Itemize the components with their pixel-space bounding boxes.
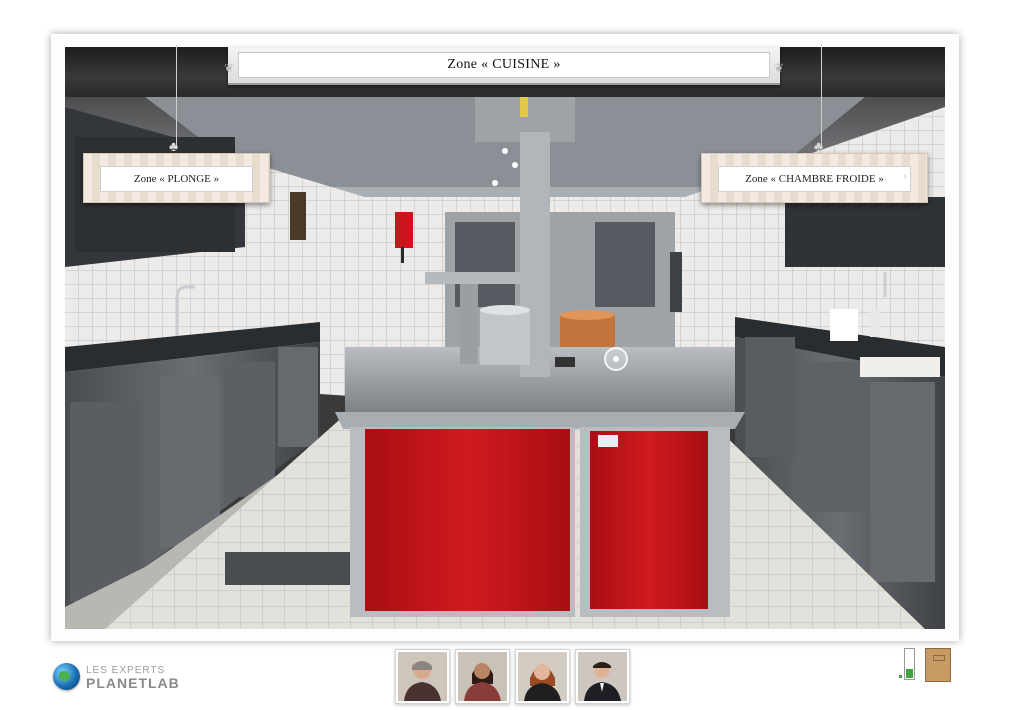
expert-avatar-3 (518, 652, 567, 701)
volume-meter-icon[interactable] (904, 648, 915, 680)
zone-title: Zone « CUISINE » (238, 52, 770, 78)
expert-thumbnail-1[interactable] (395, 649, 450, 704)
volume-indicator-dot (899, 675, 902, 678)
ornament-right-icon: ❦ (773, 61, 784, 75)
zone-chambre-froide-link[interactable]: Zone « CHAMBRE FROIDE » (718, 166, 911, 192)
expert-avatar-4 (578, 652, 627, 701)
expert-avatar-2 (458, 652, 507, 701)
expert-thumbnail-4[interactable] (575, 649, 630, 704)
hotspot-target-icon[interactable] (604, 347, 628, 371)
zone-sign-plonge[interactable]: ‹ Zone « PLONGE » (83, 153, 270, 203)
logo-line-2: PLANETLAB (86, 674, 180, 691)
zone-sign-chambre-froide[interactable]: Zone « CHAMBRE FROIDE » › (701, 153, 928, 203)
kitchen-scene[interactable] (65, 47, 945, 629)
zone-plonge-link[interactable]: Zone « PLONGE » (100, 166, 253, 192)
arrow-right-icon: › (903, 170, 907, 182)
logo-text: LES EXPERTS PLANETLAB (86, 665, 180, 691)
expert-avatar-1 (398, 652, 447, 701)
expert-thumbnail-2[interactable] (455, 649, 510, 704)
expert-thumbnail-3[interactable] (515, 649, 570, 704)
door-exit-icon[interactable] (925, 648, 951, 682)
globe-icon (53, 663, 80, 690)
sign-wire-right (821, 45, 822, 148)
ornament-left-icon: ❦ (224, 61, 235, 75)
zone-title-plaque: ❦ Zone « CUISINE » ❦ (224, 47, 784, 85)
experts-thumbnails (395, 649, 630, 704)
sign-wire-left (176, 45, 177, 148)
volume-level (906, 669, 913, 678)
planetlab-logo[interactable]: LES EXPERTS PLANETLAB (53, 663, 180, 690)
